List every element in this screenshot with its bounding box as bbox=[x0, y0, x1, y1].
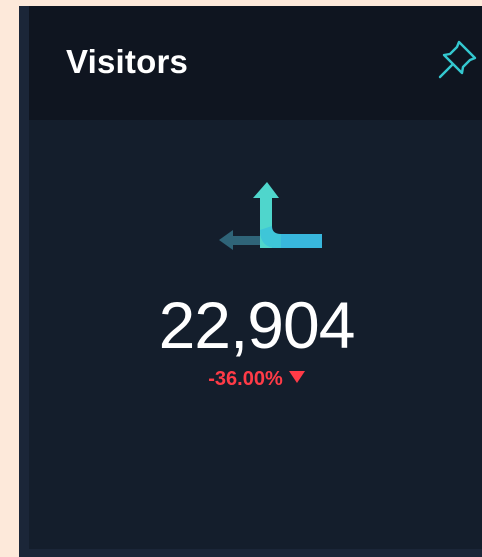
widget-left-edge bbox=[19, 6, 29, 557]
pin-icon[interactable] bbox=[435, 38, 479, 82]
widget-header: Visitors bbox=[29, 6, 482, 120]
visitors-widget: Visitors 22,904 -36.00% bbox=[19, 6, 482, 557]
kpi-change: -36.00% bbox=[19, 368, 482, 391]
widget-bottom-bar bbox=[29, 549, 482, 557]
widget-title: Visitors bbox=[66, 43, 189, 80]
kpi-change-text: -36.00% bbox=[208, 368, 283, 390]
kpi-value: 22,904 bbox=[158, 288, 356, 362]
down-arrow-icon bbox=[288, 371, 305, 383]
trend-split-arrow-icon bbox=[219, 182, 322, 250]
